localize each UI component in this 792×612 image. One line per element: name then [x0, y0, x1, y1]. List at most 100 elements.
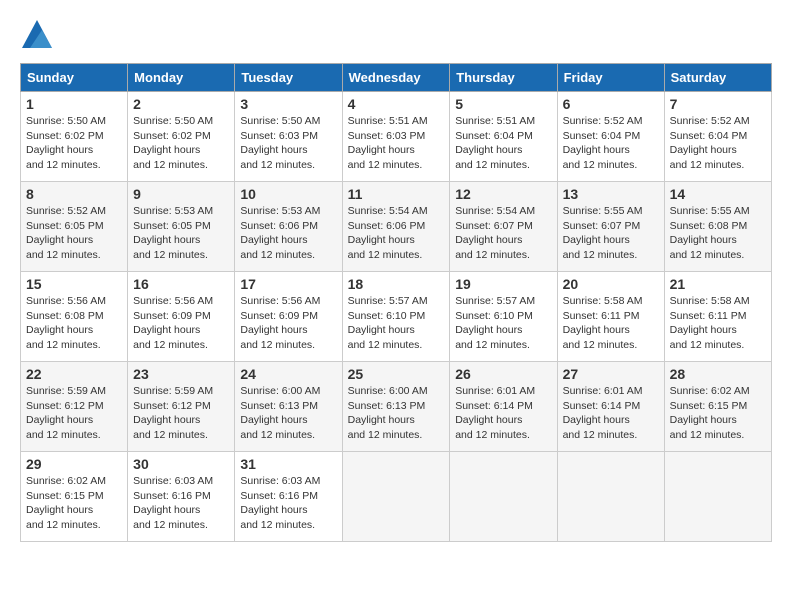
page-header [20, 20, 772, 53]
day-number: 24 [240, 366, 336, 382]
column-header-saturday: Saturday [664, 64, 771, 92]
day-info: Sunrise: 6:01 AM Sunset: 6:14 PM Dayligh… [455, 384, 551, 443]
day-info: Sunrise: 5:50 AM Sunset: 6:02 PM Dayligh… [26, 114, 122, 173]
day-info: Sunrise: 5:51 AM Sunset: 6:04 PM Dayligh… [455, 114, 551, 173]
day-info: Sunrise: 6:03 AM Sunset: 6:16 PM Dayligh… [133, 474, 229, 533]
day-number: 7 [670, 96, 766, 112]
day-number: 15 [26, 276, 122, 292]
day-info: Sunrise: 5:59 AM Sunset: 6:12 PM Dayligh… [26, 384, 122, 443]
day-number: 11 [348, 186, 445, 202]
calendar-cell: 31 Sunrise: 6:03 AM Sunset: 6:16 PM Dayl… [235, 452, 342, 542]
day-info: Sunrise: 5:58 AM Sunset: 6:11 PM Dayligh… [563, 294, 659, 353]
calendar-cell: 3 Sunrise: 5:50 AM Sunset: 6:03 PM Dayli… [235, 92, 342, 182]
calendar-cell: 2 Sunrise: 5:50 AM Sunset: 6:02 PM Dayli… [128, 92, 235, 182]
calendar-cell: 16 Sunrise: 5:56 AM Sunset: 6:09 PM Dayl… [128, 272, 235, 362]
day-number: 17 [240, 276, 336, 292]
day-info: Sunrise: 5:50 AM Sunset: 6:02 PM Dayligh… [133, 114, 229, 173]
day-number: 25 [348, 366, 445, 382]
calendar-cell: 14 Sunrise: 5:55 AM Sunset: 6:08 PM Dayl… [664, 182, 771, 272]
calendar-cell [450, 452, 557, 542]
calendar-cell: 9 Sunrise: 5:53 AM Sunset: 6:05 PM Dayli… [128, 182, 235, 272]
calendar-cell: 28 Sunrise: 6:02 AM Sunset: 6:15 PM Dayl… [664, 362, 771, 452]
calendar-cell: 4 Sunrise: 5:51 AM Sunset: 6:03 PM Dayli… [342, 92, 450, 182]
calendar-week-row: 1 Sunrise: 5:50 AM Sunset: 6:02 PM Dayli… [21, 92, 772, 182]
day-info: Sunrise: 5:51 AM Sunset: 6:03 PM Dayligh… [348, 114, 445, 173]
calendar-cell: 7 Sunrise: 5:52 AM Sunset: 6:04 PM Dayli… [664, 92, 771, 182]
calendar-cell: 26 Sunrise: 6:01 AM Sunset: 6:14 PM Dayl… [450, 362, 557, 452]
day-info: Sunrise: 6:01 AM Sunset: 6:14 PM Dayligh… [563, 384, 659, 443]
column-header-friday: Friday [557, 64, 664, 92]
column-header-tuesday: Tuesday [235, 64, 342, 92]
calendar-week-row: 22 Sunrise: 5:59 AM Sunset: 6:12 PM Dayl… [21, 362, 772, 452]
calendar-cell: 12 Sunrise: 5:54 AM Sunset: 6:07 PM Dayl… [450, 182, 557, 272]
calendar-cell: 20 Sunrise: 5:58 AM Sunset: 6:11 PM Dayl… [557, 272, 664, 362]
calendar-cell: 19 Sunrise: 5:57 AM Sunset: 6:10 PM Dayl… [450, 272, 557, 362]
day-info: Sunrise: 6:00 AM Sunset: 6:13 PM Dayligh… [240, 384, 336, 443]
calendar-cell: 11 Sunrise: 5:54 AM Sunset: 6:06 PM Dayl… [342, 182, 450, 272]
day-number: 1 [26, 96, 122, 112]
day-number: 19 [455, 276, 551, 292]
day-info: Sunrise: 5:56 AM Sunset: 6:09 PM Dayligh… [240, 294, 336, 353]
calendar-week-row: 8 Sunrise: 5:52 AM Sunset: 6:05 PM Dayli… [21, 182, 772, 272]
day-number: 22 [26, 366, 122, 382]
calendar-cell: 24 Sunrise: 6:00 AM Sunset: 6:13 PM Dayl… [235, 362, 342, 452]
day-info: Sunrise: 5:53 AM Sunset: 6:05 PM Dayligh… [133, 204, 229, 263]
calendar-cell: 22 Sunrise: 5:59 AM Sunset: 6:12 PM Dayl… [21, 362, 128, 452]
calendar-cell: 30 Sunrise: 6:03 AM Sunset: 6:16 PM Dayl… [128, 452, 235, 542]
calendar-week-row: 15 Sunrise: 5:56 AM Sunset: 6:08 PM Dayl… [21, 272, 772, 362]
logo [20, 20, 52, 53]
calendar-cell [557, 452, 664, 542]
calendar-cell: 23 Sunrise: 5:59 AM Sunset: 6:12 PM Dayl… [128, 362, 235, 452]
day-number: 2 [133, 96, 229, 112]
day-number: 13 [563, 186, 659, 202]
day-number: 31 [240, 456, 336, 472]
logo-icon [22, 20, 52, 48]
calendar-cell: 6 Sunrise: 5:52 AM Sunset: 6:04 PM Dayli… [557, 92, 664, 182]
day-number: 10 [240, 186, 336, 202]
day-number: 23 [133, 366, 229, 382]
day-info: Sunrise: 5:57 AM Sunset: 6:10 PM Dayligh… [455, 294, 551, 353]
calendar-cell: 10 Sunrise: 5:53 AM Sunset: 6:06 PM Dayl… [235, 182, 342, 272]
day-info: Sunrise: 6:00 AM Sunset: 6:13 PM Dayligh… [348, 384, 445, 443]
column-header-sunday: Sunday [21, 64, 128, 92]
day-info: Sunrise: 5:56 AM Sunset: 6:08 PM Dayligh… [26, 294, 122, 353]
day-info: Sunrise: 5:52 AM Sunset: 6:04 PM Dayligh… [670, 114, 766, 173]
day-number: 3 [240, 96, 336, 112]
day-info: Sunrise: 5:57 AM Sunset: 6:10 PM Dayligh… [348, 294, 445, 353]
column-header-wednesday: Wednesday [342, 64, 450, 92]
column-header-monday: Monday [128, 64, 235, 92]
calendar-cell: 8 Sunrise: 5:52 AM Sunset: 6:05 PM Dayli… [21, 182, 128, 272]
day-number: 4 [348, 96, 445, 112]
day-info: Sunrise: 6:02 AM Sunset: 6:15 PM Dayligh… [26, 474, 122, 533]
calendar-cell: 1 Sunrise: 5:50 AM Sunset: 6:02 PM Dayli… [21, 92, 128, 182]
day-number: 20 [563, 276, 659, 292]
calendar-cell [342, 452, 450, 542]
day-info: Sunrise: 5:55 AM Sunset: 6:08 PM Dayligh… [670, 204, 766, 263]
calendar-cell: 5 Sunrise: 5:51 AM Sunset: 6:04 PM Dayli… [450, 92, 557, 182]
day-info: Sunrise: 5:58 AM Sunset: 6:11 PM Dayligh… [670, 294, 766, 353]
day-number: 12 [455, 186, 551, 202]
calendar-table: SundayMondayTuesdayWednesdayThursdayFrid… [20, 63, 772, 542]
day-number: 9 [133, 186, 229, 202]
day-info: Sunrise: 5:52 AM Sunset: 6:05 PM Dayligh… [26, 204, 122, 263]
calendar-cell: 21 Sunrise: 5:58 AM Sunset: 6:11 PM Dayl… [664, 272, 771, 362]
calendar-cell: 25 Sunrise: 6:00 AM Sunset: 6:13 PM Dayl… [342, 362, 450, 452]
calendar-cell: 17 Sunrise: 5:56 AM Sunset: 6:09 PM Dayl… [235, 272, 342, 362]
day-number: 14 [670, 186, 766, 202]
day-number: 28 [670, 366, 766, 382]
day-number: 30 [133, 456, 229, 472]
calendar-cell: 15 Sunrise: 5:56 AM Sunset: 6:08 PM Dayl… [21, 272, 128, 362]
day-info: Sunrise: 5:54 AM Sunset: 6:06 PM Dayligh… [348, 204, 445, 263]
day-number: 26 [455, 366, 551, 382]
day-info: Sunrise: 5:54 AM Sunset: 6:07 PM Dayligh… [455, 204, 551, 263]
calendar-header-row: SundayMondayTuesdayWednesdayThursdayFrid… [21, 64, 772, 92]
day-number: 6 [563, 96, 659, 112]
day-info: Sunrise: 5:52 AM Sunset: 6:04 PM Dayligh… [563, 114, 659, 173]
calendar-week-row: 29 Sunrise: 6:02 AM Sunset: 6:15 PM Dayl… [21, 452, 772, 542]
calendar-cell: 29 Sunrise: 6:02 AM Sunset: 6:15 PM Dayl… [21, 452, 128, 542]
day-info: Sunrise: 5:56 AM Sunset: 6:09 PM Dayligh… [133, 294, 229, 353]
day-info: Sunrise: 5:53 AM Sunset: 6:06 PM Dayligh… [240, 204, 336, 263]
day-number: 29 [26, 456, 122, 472]
day-info: Sunrise: 5:55 AM Sunset: 6:07 PM Dayligh… [563, 204, 659, 263]
day-number: 18 [348, 276, 445, 292]
